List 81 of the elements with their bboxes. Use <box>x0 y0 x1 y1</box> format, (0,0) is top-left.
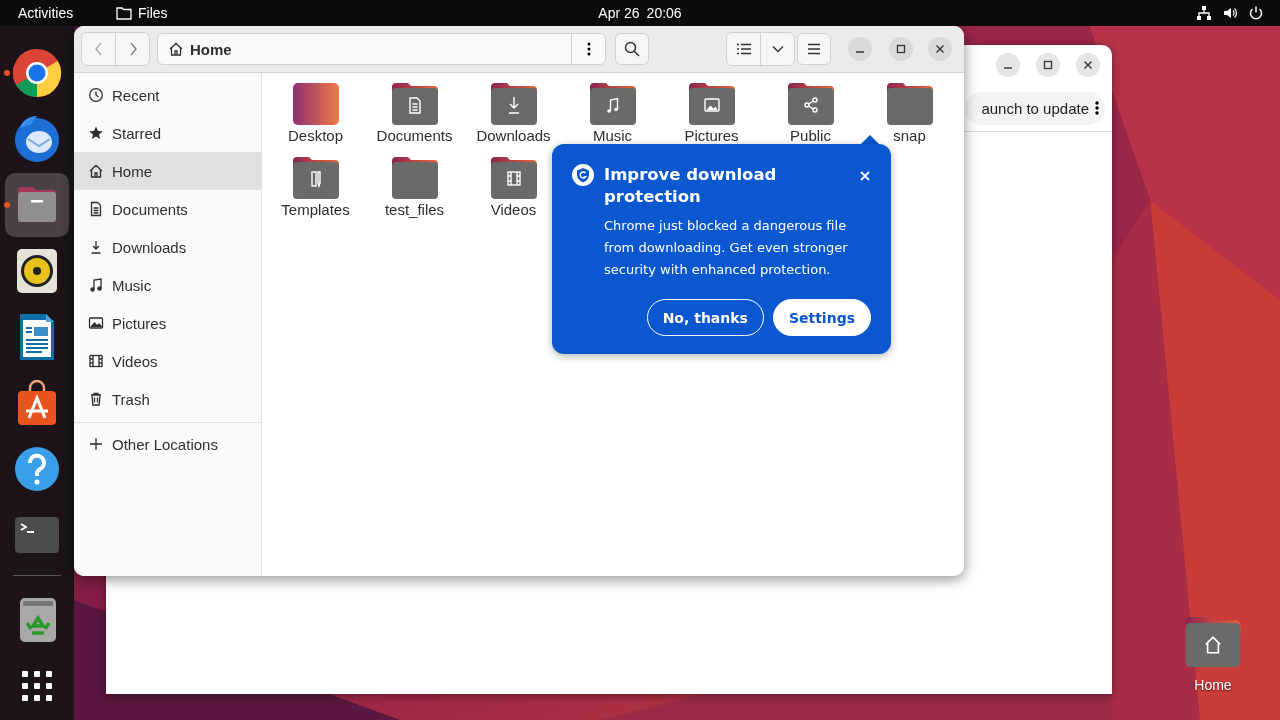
volume-icon[interactable] <box>1222 5 1238 21</box>
home-folder-icon[interactable] <box>1185 617 1241 667</box>
document-icon <box>88 201 104 217</box>
menu-button[interactable] <box>797 33 831 65</box>
date-label[interactable]: Apr 26 <box>598 5 640 21</box>
app-menu-label[interactable]: Files <box>138 5 168 21</box>
music-folder-icon[interactable] <box>589 83 636 125</box>
sidebar-item[interactable]: Other Locations <box>74 425 261 463</box>
help-icon[interactable] <box>12 444 62 494</box>
desktop-folder-icon[interactable] <box>292 83 339 125</box>
menu-icon <box>807 43 821 55</box>
maximize-button[interactable] <box>1036 53 1060 77</box>
close-icon <box>1083 60 1093 70</box>
sidebar-item[interactable]: Videos <box>74 342 261 380</box>
star-icon <box>88 125 104 141</box>
desktop-icon-label[interactable]: Home <box>1194 677 1232 693</box>
folder-label[interactable]: Downloads <box>476 128 551 144</box>
time-label[interactable]: 20:06 <box>646 5 682 21</box>
videos-folder-icon[interactable] <box>490 157 537 199</box>
clock-icon <box>88 87 104 103</box>
music-note-icon <box>88 277 104 293</box>
plus-icon <box>88 436 104 452</box>
search-button[interactable] <box>615 33 649 65</box>
folder-icon[interactable] <box>391 157 438 199</box>
settings-button[interactable]: Settings <box>772 299 871 336</box>
caret-icon <box>771 45 784 53</box>
shared-folder-icon[interactable] <box>787 83 834 125</box>
sidebar-item[interactable]: Pictures <box>74 304 261 342</box>
close-icon <box>935 44 945 54</box>
dock-separator <box>13 575 61 576</box>
folder-label[interactable]: Pictures <box>684 128 739 144</box>
pictures-folder-icon[interactable] <box>688 83 735 125</box>
image-icon <box>88 315 104 331</box>
more-options-icon <box>586 42 591 56</box>
close-button[interactable] <box>928 37 952 61</box>
network-icon[interactable] <box>1196 5 1212 21</box>
folder-icon[interactable] <box>886 83 933 125</box>
popup-title: Improve download protection <box>604 164 778 208</box>
film-icon <box>88 353 104 369</box>
sidebar-item[interactable]: Recent <box>74 76 261 114</box>
home-icon <box>88 163 104 179</box>
folder-label[interactable]: Documents <box>376 128 453 144</box>
minimize-button[interactable] <box>996 53 1020 77</box>
home-icon <box>168 41 184 57</box>
folder-label[interactable]: Desktop <box>288 128 343 144</box>
update-chip[interactable]: aunch to update <box>965 91 1105 125</box>
sidebar-item[interactable]: Music <box>74 266 261 304</box>
sidebar-item[interactable]: Downloads <box>74 228 261 266</box>
maximize-button[interactable] <box>889 37 913 61</box>
sidebar-item[interactable]: Documents <box>74 190 261 228</box>
minimize-icon <box>856 51 864 53</box>
templates-folder-icon[interactable] <box>292 157 339 199</box>
sidebar-item[interactable]: Home <box>74 152 261 190</box>
more-options-icon <box>1095 100 1099 116</box>
close-button[interactable] <box>1076 53 1100 77</box>
folder-label[interactable]: Music <box>592 128 633 144</box>
folder-label[interactable]: Videos <box>490 202 537 218</box>
list-view-icon <box>736 43 751 55</box>
back-icon <box>93 42 104 56</box>
search-icon <box>624 41 640 57</box>
activities-button[interactable]: Activities <box>18 5 116 21</box>
folder-label[interactable]: Templates <box>281 202 350 218</box>
mail-bird-icon[interactable] <box>12 114 62 164</box>
minimize-icon <box>1004 67 1012 69</box>
popup-message: Chrome just blocked a dangerous file from downloading. Get even stronger security with enhanced protection. <box>604 217 849 279</box>
folder-icon <box>116 6 132 20</box>
browser-icon[interactable] <box>12 48 62 98</box>
shield-icon <box>572 164 594 186</box>
folder-label[interactable]: Public <box>790 128 831 144</box>
maximize-icon <box>896 44 906 54</box>
power-icon[interactable] <box>1248 5 1264 21</box>
downloads-folder-icon[interactable] <box>490 83 537 125</box>
minimize-button[interactable] <box>848 37 872 61</box>
trash-icon <box>88 391 104 407</box>
folder-label[interactable]: test_files <box>384 202 445 218</box>
sidebar-item[interactable]: Starred <box>74 114 261 152</box>
maximize-icon <box>1043 60 1053 70</box>
sidebar-item[interactable]: Trash <box>74 380 261 418</box>
documents-folder-icon[interactable] <box>391 83 438 125</box>
close-icon[interactable] <box>859 170 871 182</box>
folder-label[interactable]: snap <box>893 128 926 144</box>
